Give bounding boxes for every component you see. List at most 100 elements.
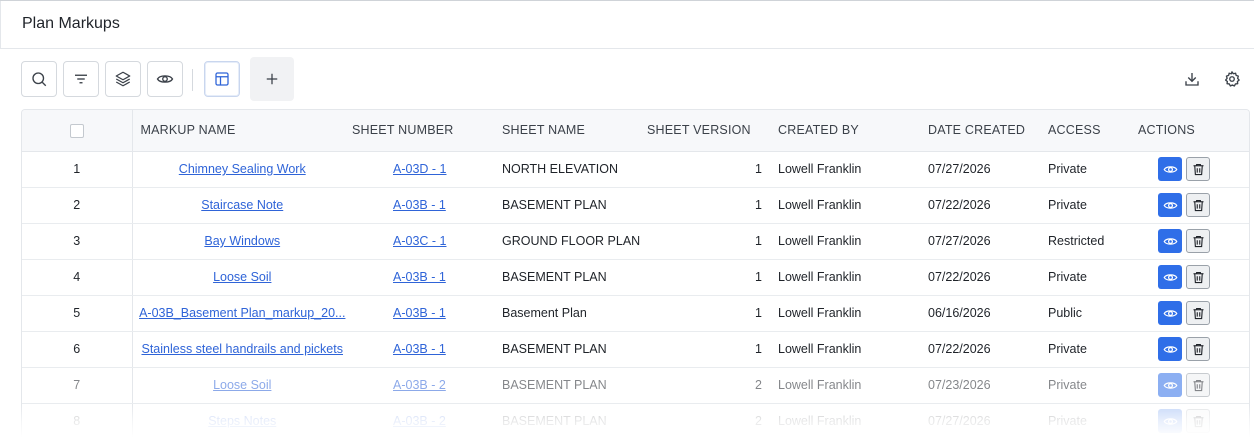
header-sheet-number[interactable]: SHEET NUMBER xyxy=(352,110,502,152)
header-markup-name[interactable]: MARKUP NAME xyxy=(132,110,352,152)
view-button[interactable] xyxy=(1158,409,1182,433)
table-row[interactable]: 5 A-03B_Basement Plan_markup_20... A-03B -… xyxy=(22,295,1249,332)
header-created-by[interactable]: CREATED BY xyxy=(778,110,928,152)
delete-button[interactable] xyxy=(1186,409,1210,433)
date-created: 07/27/2026 xyxy=(928,403,1048,440)
sheet-number-link[interactable]: A-03B - 1 xyxy=(393,342,446,356)
table-view-button[interactable] xyxy=(204,61,240,97)
row-number: 7 xyxy=(22,367,133,404)
header-sheet-name[interactable]: SHEET NAME xyxy=(502,110,647,152)
delete-button[interactable] xyxy=(1186,301,1210,325)
sheet-name: BASEMENT PLAN xyxy=(502,367,647,404)
table-icon xyxy=(215,72,229,86)
sheet-version: 1 xyxy=(647,259,778,296)
markup-name-link[interactable]: Staircase Note xyxy=(201,198,283,212)
date-created: 06/16/2026 xyxy=(928,295,1048,332)
visibility-button[interactable] xyxy=(147,61,183,97)
created-by: Lowell Franklin xyxy=(778,367,928,404)
row-number: 2 xyxy=(22,187,133,224)
view-button[interactable] xyxy=(1158,301,1182,325)
created-by: Lowell Franklin xyxy=(778,187,928,224)
download-button[interactable] xyxy=(1182,69,1202,89)
markup-name-link[interactable]: Loose Soil xyxy=(213,378,271,392)
actions-cell xyxy=(1138,331,1249,368)
eye-icon xyxy=(1163,345,1177,353)
sheet-number-link[interactable]: A-03B - 1 xyxy=(393,306,446,320)
markup-name-link[interactable]: Loose Soil xyxy=(213,270,271,284)
markup-name-link[interactable]: Stainless steel handrails and pickets xyxy=(141,342,343,356)
settings-button[interactable] xyxy=(1222,69,1242,89)
sheet-name: NORTH ELEVATION xyxy=(502,151,647,188)
table-row[interactable]: 6 Stainless steel handrails and pickets A-… xyxy=(22,331,1249,368)
table-row[interactable]: 4 Loose Soil A-03B - 1 BASEMENT PLAN 1 Lowell… xyxy=(22,259,1249,296)
search-button[interactable] xyxy=(21,61,57,97)
delete-button[interactable] xyxy=(1186,229,1210,253)
row-number: 4 xyxy=(22,259,133,296)
eye-icon xyxy=(1163,273,1177,281)
markups-table: MARKUP NAME SHEET NUMBER SHEET NAME SHEE… xyxy=(21,109,1250,446)
sheet-number-link[interactable]: A-03D - 1 xyxy=(393,162,447,176)
markup-name-link[interactable]: Bay Windows xyxy=(204,234,280,248)
access-level: Restricted xyxy=(1048,223,1138,260)
trash-icon xyxy=(1193,343,1203,355)
delete-button[interactable] xyxy=(1186,373,1210,397)
created-by: Lowell Franklin xyxy=(778,151,928,188)
created-by: Lowell Franklin xyxy=(778,403,928,440)
filter-icon xyxy=(75,74,87,84)
eye-icon xyxy=(1163,165,1177,173)
layers-icon xyxy=(115,71,131,87)
sheet-number-link[interactable]: A-03C - 1 xyxy=(393,234,447,248)
table-row[interactable]: 3 Bay Windows A-03C - 1 GROUND FLOOR PLAN 1 L… xyxy=(22,223,1249,260)
view-button[interactable] xyxy=(1158,265,1182,289)
delete-button[interactable] xyxy=(1186,157,1210,181)
markup-name-link[interactable]: Steps Notes xyxy=(208,414,276,428)
eye-icon xyxy=(1163,417,1177,425)
sheet-version: 1 xyxy=(647,223,778,260)
view-button[interactable] xyxy=(1158,229,1182,253)
view-button[interactable] xyxy=(1158,337,1182,361)
delete-button[interactable] xyxy=(1186,193,1210,217)
sheet-name: BASEMENT PLAN xyxy=(502,331,647,368)
table-row[interactable]: 7 Loose Soil A-03B - 2 BASEMENT PLAN 2 Lowell… xyxy=(22,367,1249,404)
date-created: 07/22/2026 xyxy=(928,259,1048,296)
access-level: Private xyxy=(1048,187,1138,224)
created-by: Lowell Franklin xyxy=(778,259,928,296)
view-button[interactable] xyxy=(1158,157,1182,181)
sheet-version: 1 xyxy=(647,151,778,188)
filter-button[interactable] xyxy=(63,61,99,97)
date-created: 07/27/2026 xyxy=(928,223,1048,260)
sheet-number-link[interactable]: A-03B - 1 xyxy=(393,270,446,284)
delete-button[interactable] xyxy=(1186,265,1210,289)
sheet-number-link[interactable]: A-03B - 2 xyxy=(393,378,446,392)
page-header: Plan Markups xyxy=(0,1,1254,49)
header-sheet-version[interactable]: SHEET VERSION xyxy=(647,110,778,152)
eye-icon xyxy=(1163,381,1177,389)
access-level: Public xyxy=(1048,295,1138,332)
actions-cell xyxy=(1138,187,1249,224)
sheet-name: BASEMENT PLAN xyxy=(502,259,647,296)
table-row[interactable]: 2 Staircase Note A-03B - 1 BASEMENT PLAN 1 Lo… xyxy=(22,187,1249,224)
table-row[interactable]: 8 Steps Notes A-03B - 2 BASEMENT PLAN 2 Lowel… xyxy=(22,403,1249,440)
sheet-number-link[interactable]: A-03B - 2 xyxy=(393,414,446,428)
select-all-checkbox[interactable] xyxy=(69,123,84,138)
markup-name-link[interactable]: Chimney Sealing Work xyxy=(179,162,306,176)
table-row[interactable]: 1 Chimney Sealing Work A-03D - 1 NORTH ELEV… xyxy=(22,151,1249,188)
trash-icon xyxy=(1193,415,1203,427)
created-by: Lowell Franklin xyxy=(778,331,928,368)
view-button[interactable] xyxy=(1158,193,1182,217)
row-number: 5 xyxy=(22,295,133,332)
delete-button[interactable] xyxy=(1186,337,1210,361)
header-access[interactable]: ACCESS xyxy=(1048,110,1138,152)
actions-cell xyxy=(1138,367,1249,404)
layers-button[interactable] xyxy=(105,61,141,97)
sheet-name: BASEMENT PLAN xyxy=(502,403,647,440)
sheet-number-link[interactable]: A-03B - 1 xyxy=(393,198,446,212)
sheet-version: 1 xyxy=(647,331,778,368)
add-button[interactable] xyxy=(250,57,294,101)
view-button[interactable] xyxy=(1158,373,1182,397)
trash-icon xyxy=(1193,199,1203,211)
access-level: Private xyxy=(1048,259,1138,296)
header-date-created[interactable]: DATE CREATED xyxy=(928,110,1048,152)
date-created: 07/22/2026 xyxy=(928,331,1048,368)
markup-name-link[interactable]: A-03B_Basement Plan_markup_20... xyxy=(139,306,345,320)
